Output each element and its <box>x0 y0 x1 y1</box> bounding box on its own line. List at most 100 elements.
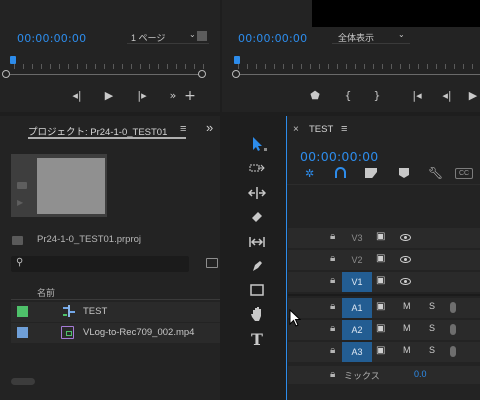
button-editor-icon[interactable]: » <box>164 88 182 104</box>
source-page-select[interactable]: 1 ページ ⌄ <box>127 30 209 44</box>
label-color-swatch[interactable] <box>17 327 28 338</box>
pen-tool-icon[interactable] <box>244 255 270 277</box>
timeline-tab-title[interactable]: TEST <box>309 124 333 135</box>
program-scrub-bar[interactable] <box>232 74 480 75</box>
program-playhead-marker[interactable] <box>234 56 240 64</box>
step-back-icon[interactable]: ◂| <box>68 88 86 104</box>
source-scrub-bar[interactable] <box>6 74 204 75</box>
selection-tool-icon[interactable] <box>244 133 270 155</box>
track-header-a1[interactable]: 🔒︎ A1 ▣ M S <box>288 298 480 318</box>
lock-icon[interactable]: 🔒︎ <box>330 275 335 286</box>
mute-button[interactable]: M <box>403 345 411 355</box>
mic-icon[interactable] <box>450 302 456 313</box>
mix-value[interactable]: 0.0 <box>414 369 427 379</box>
project-thumbnail: ▶ <box>11 154 107 217</box>
nest-toggle-icon[interactable]: ✲ <box>305 167 314 180</box>
track-header-mix[interactable]: 🔒︎ ミックス 0.0 <box>288 366 480 384</box>
sync-lock-icon[interactable]: ▣ <box>376 301 385 312</box>
play-icon[interactable]: ▶ <box>100 88 118 104</box>
column-name-header[interactable]: 名前 <box>37 286 55 299</box>
source-zoom-handle-left[interactable] <box>2 70 10 78</box>
sync-lock-icon[interactable]: ▣ <box>376 275 385 286</box>
lock-icon[interactable]: 🔒︎ <box>330 345 335 356</box>
track-header-v3[interactable]: 🔒︎ V3 ▣ <box>288 228 480 248</box>
lock-icon[interactable]: 🔒︎ <box>330 253 335 264</box>
mute-button[interactable]: M <box>403 301 411 311</box>
timeline-timecode[interactable]: 00:00:00:00 <box>300 149 378 164</box>
go-to-in-icon[interactable]: |◂ <box>408 88 426 104</box>
mic-icon[interactable] <box>450 324 456 335</box>
lock-icon[interactable]: 🔒︎ <box>330 369 335 380</box>
rectangle-tool-icon[interactable] <box>244 279 270 301</box>
linked-selection-icon[interactable] <box>365 168 377 178</box>
lock-icon[interactable]: 🔒︎ <box>330 301 335 312</box>
item-name: VLog-to-Rec709_002.mp4 <box>83 327 195 338</box>
track-header-v1[interactable]: 🔒︎ V1 ▣ <box>288 272 480 292</box>
new-bin-icon[interactable] <box>206 258 218 268</box>
source-time-ruler[interactable] <box>14 64 204 69</box>
track-target-a1[interactable]: A1 <box>342 298 372 318</box>
media-clip-icon <box>61 326 74 339</box>
eye-icon[interactable] <box>400 234 411 241</box>
track-select-tool-icon[interactable] <box>244 158 270 180</box>
mark-out-icon[interactable]: } <box>368 88 386 104</box>
track-header-a3[interactable]: 🔒︎ A3 ▣ M S <box>288 342 480 362</box>
label-color-swatch[interactable] <box>17 306 28 317</box>
type-tool-icon[interactable]: T <box>244 328 270 350</box>
captions-icon[interactable]: CC <box>455 168 473 179</box>
step-forward-icon[interactable]: |▸ <box>133 88 151 104</box>
project-tab[interactable]: プロジェクト: Pr24-1-0_TEST01 ≡ <box>28 123 186 139</box>
list-item[interactable]: VLog-to-Rec709_002.mp4 <box>11 323 220 343</box>
razor-tool-icon[interactable] <box>244 206 270 228</box>
step-back-icon[interactable]: ◂| <box>438 88 456 104</box>
program-view-select[interactable]: 全体表示 ⌄ <box>332 30 410 44</box>
eye-icon[interactable] <box>400 278 411 285</box>
sync-lock-icon[interactable]: ▣ <box>376 253 385 264</box>
captions-label: CC <box>458 170 470 177</box>
solo-button[interactable]: S <box>429 323 435 333</box>
sync-lock-icon[interactable]: ▣ <box>376 231 385 242</box>
ripple-edit-tool-icon[interactable] <box>244 182 270 204</box>
corner-resize-icon[interactable] <box>197 31 207 41</box>
sync-lock-icon[interactable]: ▣ <box>376 323 385 334</box>
mute-button[interactable]: M <box>403 323 411 333</box>
panel-menu-icon[interactable]: ≡ <box>180 123 186 135</box>
track-target-a3[interactable]: A3 <box>342 342 372 362</box>
program-time-ruler[interactable] <box>238 64 480 69</box>
add-marker-icon[interactable] <box>399 168 409 178</box>
solo-button[interactable]: S <box>429 301 435 311</box>
add-marker-icon[interactable]: ⬟ <box>306 88 324 104</box>
lock-icon[interactable]: 🔒︎ <box>330 231 335 242</box>
sync-lock-icon[interactable]: ▣ <box>376 345 385 356</box>
close-tab-icon[interactable]: × <box>293 124 299 135</box>
panel-menu-icon[interactable]: ≡ <box>341 123 347 135</box>
search-input[interactable]: ⚲ <box>11 256 189 272</box>
program-view-select-label: 全体表示 <box>338 33 375 43</box>
program-timecode[interactable]: 00:00:00:00 <box>238 32 307 45</box>
program-zoom-handle-left[interactable] <box>232 70 240 78</box>
track-header-a2[interactable]: 🔒︎ A2 ▣ M S <box>288 320 480 340</box>
source-playhead-marker[interactable] <box>10 56 16 64</box>
play-icon[interactable]: ▶ <box>464 88 480 104</box>
eye-icon[interactable] <box>400 256 411 263</box>
solo-button[interactable]: S <box>429 345 435 355</box>
track-header-v2[interactable]: 🔒︎ V2 ▣ <box>288 250 480 270</box>
add-button-icon[interactable]: + <box>181 88 199 104</box>
source-zoom-handle-right[interactable] <box>198 70 206 78</box>
mark-in-icon[interactable]: { <box>339 88 357 104</box>
track-target-a2[interactable]: A2 <box>342 320 372 340</box>
expand-panels-icon[interactable]: » <box>206 120 213 135</box>
track-target-v2[interactable]: V2 <box>342 250 372 270</box>
snap-icon[interactable] <box>335 167 346 178</box>
hand-tool-icon[interactable] <box>244 303 270 325</box>
lock-icon[interactable]: 🔒︎ <box>330 323 335 334</box>
horizontal-scrollbar[interactable] <box>11 378 35 385</box>
list-item[interactable]: TEST <box>11 302 220 322</box>
track-target-v3[interactable]: V3 <box>342 228 372 248</box>
slip-tool-icon[interactable] <box>244 231 270 253</box>
chevron-down-icon: ⌄ <box>189 30 196 39</box>
source-timecode[interactable]: 00:00:00:00 <box>17 32 86 45</box>
mic-icon[interactable] <box>450 346 456 357</box>
wrench-icon[interactable]: 🔧︎ <box>428 166 443 180</box>
track-target-v1[interactable]: V1 <box>342 272 372 292</box>
